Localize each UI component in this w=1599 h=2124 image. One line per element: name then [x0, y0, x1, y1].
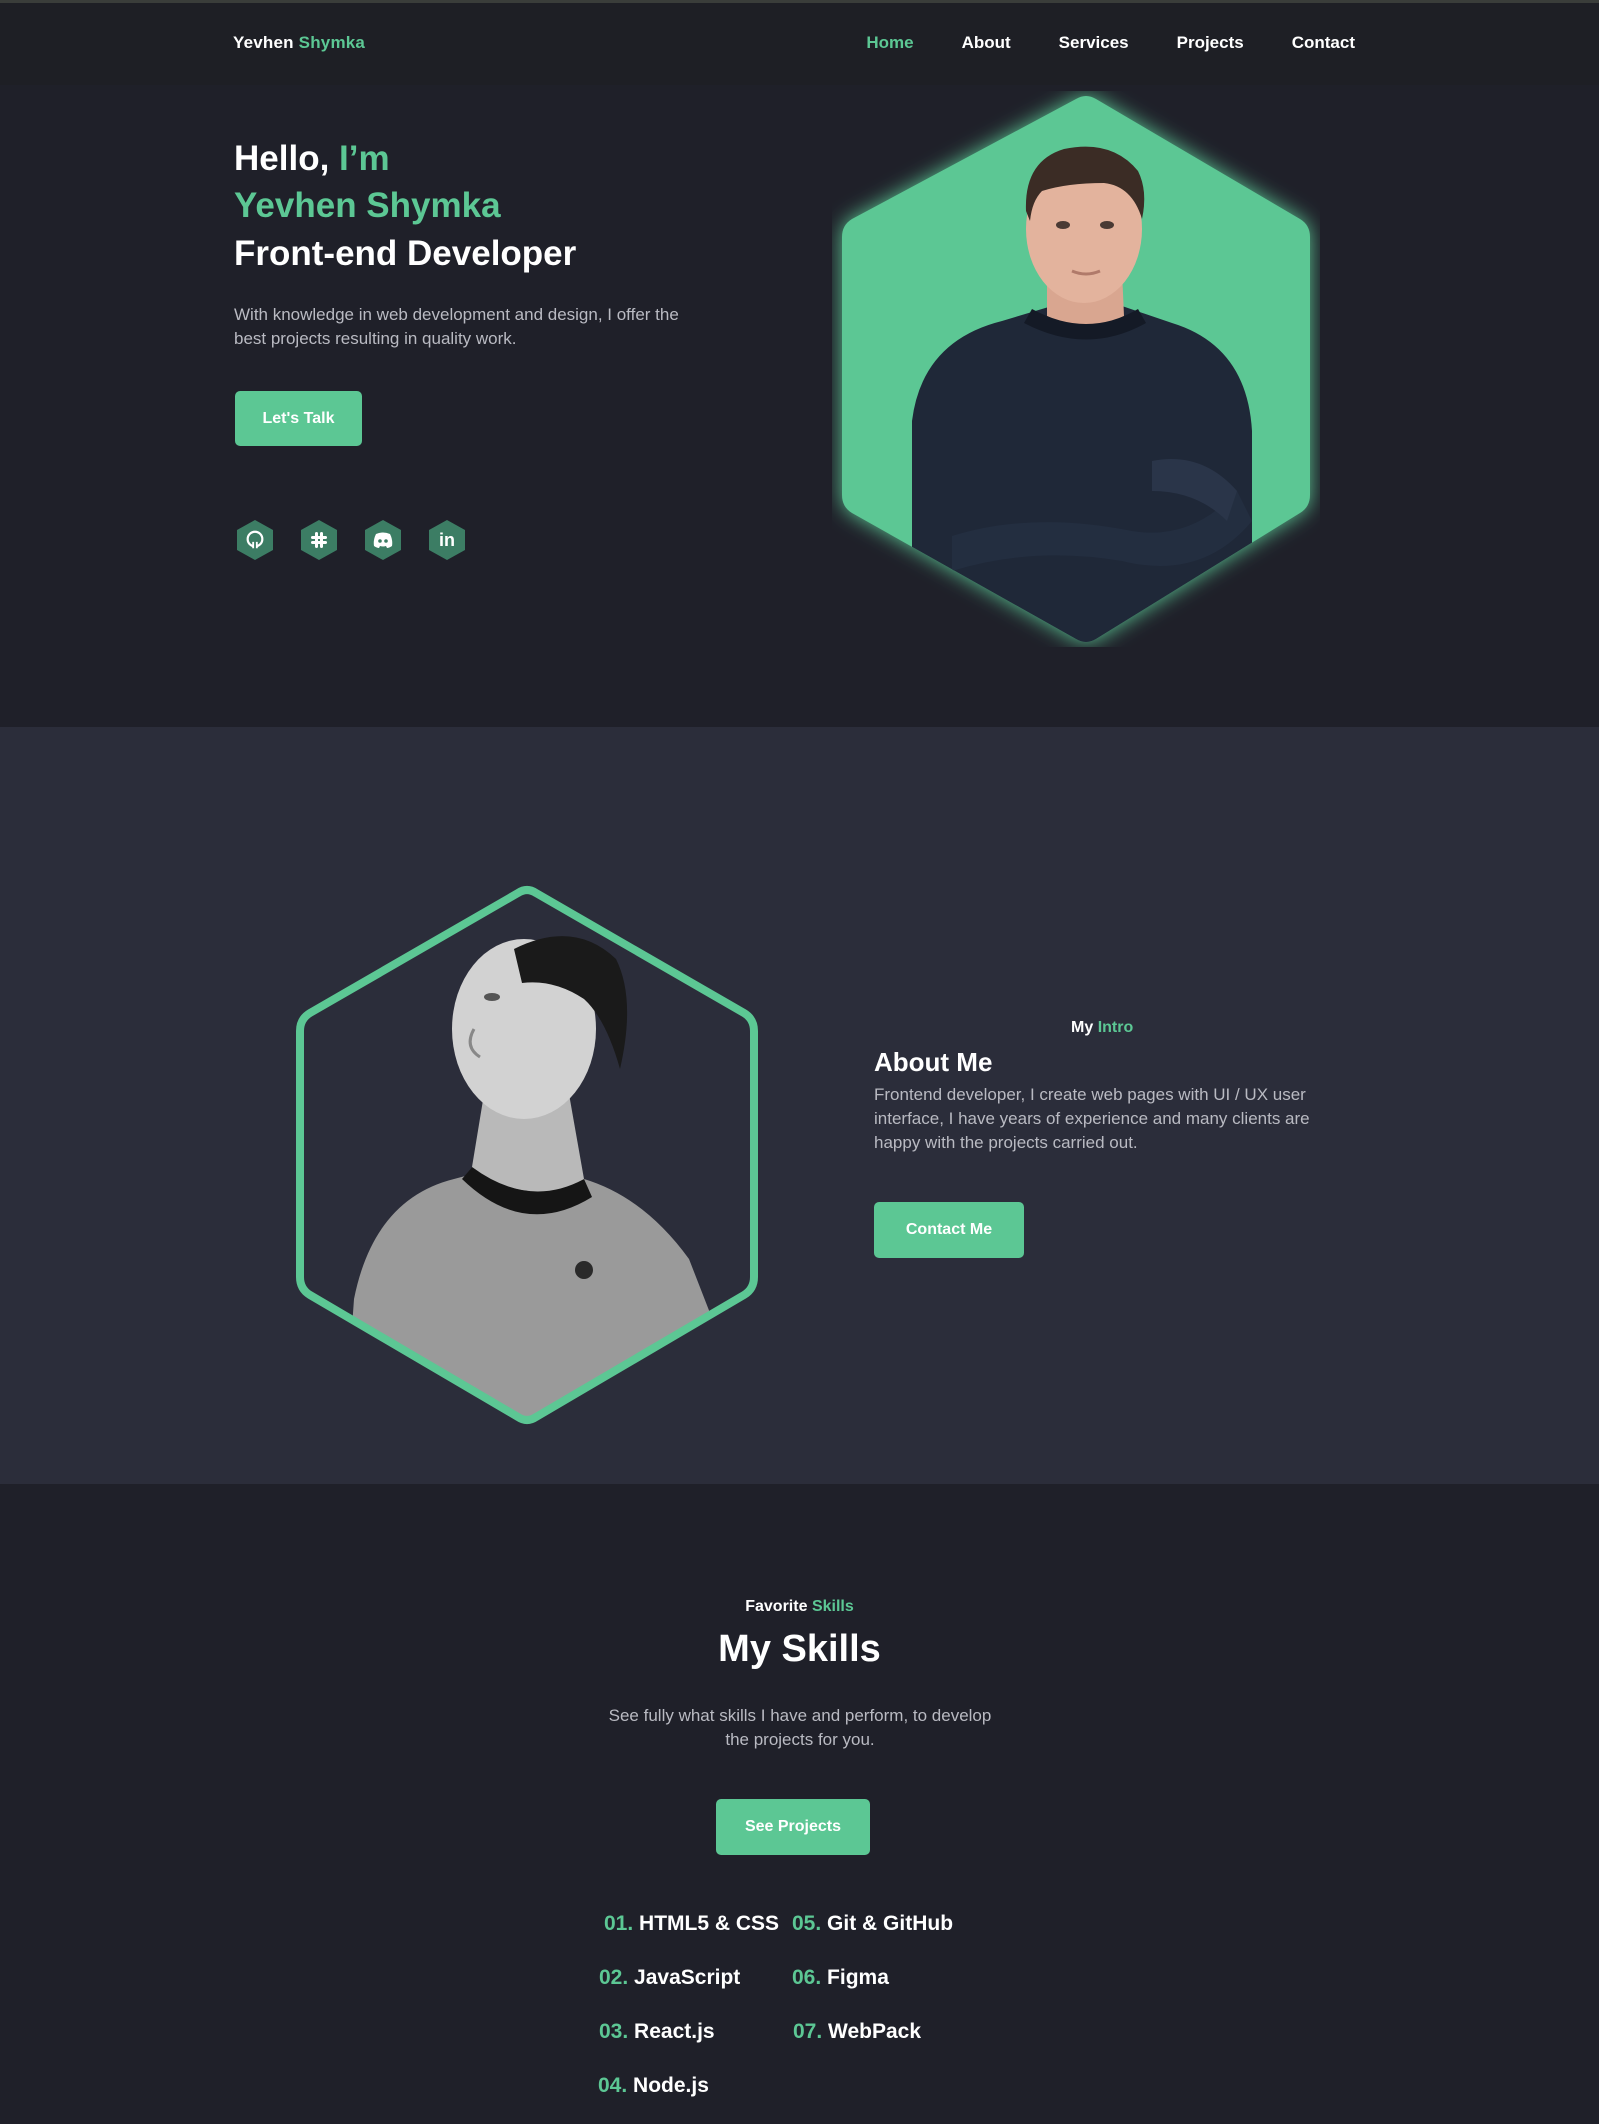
- about-subtitle-first: My: [1071, 1019, 1094, 1036]
- skill-name: HTML5 & CSS: [639, 1912, 780, 1935]
- skill-number: 02.: [599, 1966, 629, 1989]
- hero-name: Yevhen Shymka: [234, 186, 501, 225]
- nav-contact[interactable]: Contact: [1292, 33, 1355, 53]
- skill-name: Figma: [827, 1966, 889, 1989]
- skills-section: Favorite Skills My Skills See fully what…: [0, 1484, 1599, 2124]
- skill-name: WebPack: [828, 2020, 922, 2043]
- about-description: Frontend developer, I create web pages w…: [874, 1085, 1310, 1152]
- discord-icon: [373, 532, 393, 548]
- skill-item: 05. Git & GitHub: [792, 1912, 953, 1936]
- skill-item: 07. WebPack: [793, 2020, 921, 2044]
- main-nav: Home About Services Projects Contact: [818, 33, 1355, 53]
- slack-link[interactable]: [298, 519, 340, 561]
- skill-number: 07.: [793, 2020, 823, 2043]
- logo-first-name: Yevhen: [233, 33, 294, 52]
- linkedin-icon: in: [439, 529, 455, 550]
- nav-about[interactable]: About: [962, 33, 1011, 53]
- skills-subtitle-accent: Skills: [811, 1598, 854, 1615]
- github-link[interactable]: [234, 519, 276, 561]
- skill-name: React.js: [634, 2020, 715, 2043]
- skill-number: 04.: [598, 2074, 628, 2097]
- hero-portrait: [842, 96, 1310, 642]
- about-portrait: [296, 886, 758, 1424]
- skills-subtitle: Favorite Skills: [0, 1598, 1599, 1616]
- skills-title: My Skills: [718, 1628, 881, 1670]
- logo-last-name: Shymka: [298, 33, 366, 52]
- hero-greeting: Hello, I’m: [234, 137, 390, 181]
- skill-number: 03.: [599, 2020, 629, 2043]
- skill-item: 01. HTML5 & CSS: [604, 1912, 779, 1936]
- about-title: About Me: [874, 1047, 993, 1077]
- skill-item: 02. JavaScript: [599, 1966, 740, 1990]
- skill-name: JavaScript: [634, 1966, 741, 1989]
- nav-home[interactable]: Home: [866, 33, 913, 53]
- nav-projects[interactable]: Projects: [1177, 33, 1244, 53]
- skill-number: 05.: [792, 1912, 822, 1935]
- lets-talk-button[interactable]: Let's Talk: [235, 391, 362, 446]
- hero-greeting-accent: I’m: [339, 139, 390, 178]
- skills-description: See fully what skills I have and perform…: [608, 1706, 992, 1749]
- about-section: My Intro About Me Frontend developer, I …: [0, 727, 1599, 1484]
- skill-item: 06. Figma: [792, 1966, 889, 1990]
- hero-section: Hello, I’m Yevhen Shymka Front-end Devel…: [0, 85, 1599, 727]
- skill-item: 03. React.js: [599, 2020, 715, 2044]
- slack-icon: [311, 532, 327, 548]
- skills-subtitle-first: Favorite: [745, 1598, 808, 1615]
- site-logo[interactable]: Yevhen Shymka: [233, 33, 365, 53]
- skill-name: Git & GitHub: [827, 1912, 954, 1935]
- linkedin-link[interactable]: in: [426, 519, 468, 561]
- hero-greeting-text: Hello,: [234, 139, 330, 178]
- skill-number: 06.: [792, 1966, 822, 1989]
- hero-description: With knowledge in web development and de…: [234, 305, 679, 348]
- see-projects-button[interactable]: See Projects: [716, 1799, 870, 1855]
- skill-name: Node.js: [633, 2074, 709, 2097]
- nav-services[interactable]: Services: [1059, 33, 1129, 53]
- social-links: in: [234, 519, 468, 561]
- site-header: Yevhen Shymka Home About Services Projec…: [0, 0, 1599, 85]
- github-icon: [246, 530, 264, 549]
- discord-link[interactable]: [362, 519, 404, 561]
- contact-me-button[interactable]: Contact Me: [874, 1202, 1024, 1258]
- skill-item: 04. Node.js: [598, 2074, 709, 2098]
- hero-role: Front-end Developer: [234, 234, 577, 273]
- about-subtitle: My Intro: [1071, 1019, 1133, 1037]
- skill-number: 01.: [604, 1912, 634, 1935]
- about-subtitle-accent: Intro: [1097, 1019, 1134, 1036]
